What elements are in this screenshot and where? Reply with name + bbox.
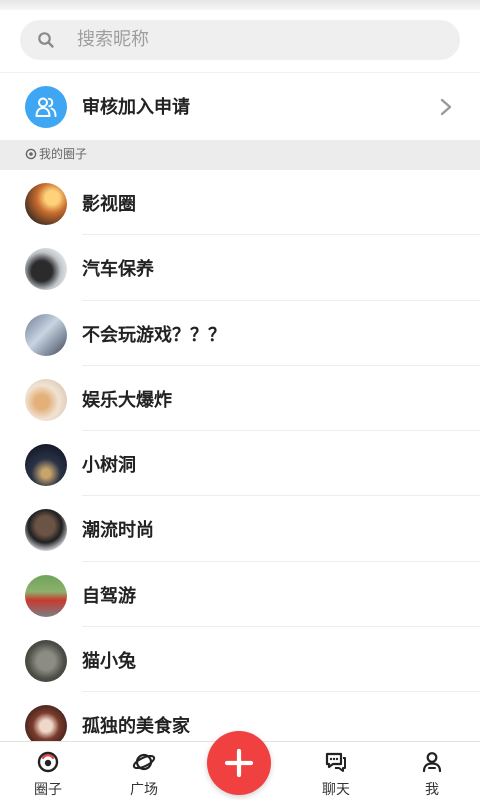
list-item[interactable]: 潮流时尚 (0, 496, 480, 562)
review-join-requests-row[interactable]: 审核加入申请 (0, 72, 480, 140)
avatar (25, 313, 67, 356)
users-icon (25, 86, 67, 128)
circle-name: 汽车保养 (82, 259, 154, 281)
chat-bubbles-icon (325, 752, 346, 772)
search-bar-container: 搜索昵称 (0, 10, 480, 72)
avatar (25, 378, 67, 421)
avatar (25, 248, 67, 291)
tab-circles[interactable]: 圈子 (8, 742, 88, 800)
tab-plaza[interactable]: 广场 (104, 742, 184, 800)
circle-name: 猫小兔 (82, 651, 136, 673)
status-bar-shadow (0, 0, 480, 10)
list-item[interactable]: 猫小兔 (0, 627, 480, 693)
avatar (25, 574, 67, 617)
person-icon (422, 752, 442, 773)
my-circles-section-header: 我的圈子 (0, 140, 480, 170)
circle-name: 自驾游 (82, 585, 136, 607)
chevron-right-icon (440, 98, 452, 116)
list-item[interactable]: 汽车保养 (0, 235, 480, 301)
circle-name: 娱乐大爆炸 (82, 389, 172, 411)
avatar (25, 444, 67, 487)
add-button[interactable] (207, 731, 271, 795)
circle-name: 小树洞 (82, 455, 136, 477)
circle-list: 影视圈 汽车保养 不会玩游戏？？？ 娱乐大爆炸 小树洞 潮流时尚 自驾游 猫小兔 (0, 170, 480, 758)
tab-me[interactable]: 我 (392, 742, 472, 800)
circle-target-icon (37, 751, 59, 773)
search-input[interactable]: 搜索昵称 (20, 20, 460, 60)
circle-name: 不会玩游戏？？？ (82, 324, 226, 346)
tab-label: 聊天 (322, 782, 350, 798)
list-item[interactable]: 娱乐大爆炸 (0, 365, 480, 432)
tab-label: 广场 (130, 782, 158, 798)
search-icon (38, 32, 54, 48)
search-placeholder: 搜索昵称 (77, 29, 149, 50)
tab-label: 我 (425, 782, 439, 798)
circle-name: 孤独的美食家 (82, 716, 190, 738)
tab-label: 圈子 (34, 782, 62, 798)
plus-icon (224, 748, 254, 778)
circle-name: 影视圈 (82, 194, 136, 215)
list-item[interactable]: 影视圈 (0, 170, 480, 236)
review-join-requests-label: 审核加入申请 (82, 97, 190, 118)
list-item[interactable]: 小树洞 (0, 431, 480, 497)
section-title: 我的圈子 (39, 147, 88, 161)
avatar (25, 640, 67, 683)
circle-target-icon (25, 148, 37, 160)
circle-name: 潮流时尚 (82, 520, 154, 542)
list-item[interactable]: 不会玩游戏？？？ (0, 300, 480, 366)
avatar (25, 183, 67, 225)
tab-chat[interactable]: 聊天 (296, 742, 376, 800)
planet-icon (132, 753, 156, 771)
avatar (25, 509, 67, 552)
list-item[interactable]: 自驾游 (0, 561, 480, 628)
